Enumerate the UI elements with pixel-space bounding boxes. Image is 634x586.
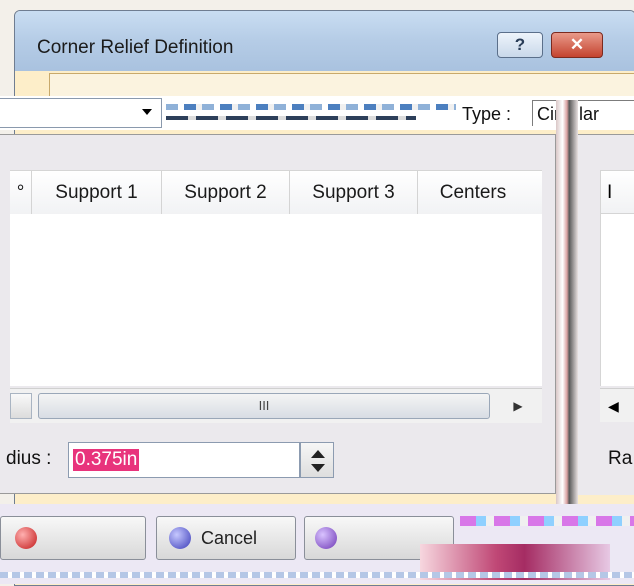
close-button[interactable]: ✕ xyxy=(551,32,603,58)
help-button[interactable]: ? xyxy=(497,32,543,58)
spin-down-icon[interactable] xyxy=(311,464,325,472)
render-artifact-strip xyxy=(0,572,634,578)
column-header-support-1[interactable]: Support 1 xyxy=(32,171,162,215)
scroll-right-icon[interactable]: ▶ xyxy=(498,393,538,419)
radius-value: 0.375in xyxy=(73,449,140,471)
ok-button[interactable] xyxy=(0,516,146,560)
render-artifact-strip xyxy=(166,116,416,120)
supports-list[interactable] xyxy=(10,214,542,386)
ok-icon xyxy=(15,527,37,549)
column-header-centers[interactable]: Centers xyxy=(418,171,528,215)
cancel-button[interactable]: Cancel xyxy=(156,516,296,560)
render-artifact-strip xyxy=(460,516,634,526)
right-radius-label: Ra xyxy=(608,448,633,469)
radius-label: dius : xyxy=(6,448,52,469)
scroll-thumb[interactable]: III xyxy=(38,393,490,419)
preview-icon xyxy=(315,527,337,549)
radius-input[interactable]: 0.375in xyxy=(68,442,300,478)
radius-spinner[interactable] xyxy=(300,442,334,478)
splitter[interactable] xyxy=(556,100,578,504)
type-select[interactable]: Circular xyxy=(532,100,634,126)
column-header-support-2[interactable]: Support 2 xyxy=(162,171,290,215)
render-artifact-strip xyxy=(166,104,456,110)
spin-up-icon[interactable] xyxy=(311,450,325,458)
cancel-icon xyxy=(169,527,191,549)
footer-bar: Cancel xyxy=(0,504,634,584)
scroll-left-icon[interactable] xyxy=(10,393,32,419)
right-column-header[interactable]: I xyxy=(600,170,634,214)
close-icon: ✕ xyxy=(569,35,585,54)
horizontal-scrollbar[interactable]: III ▶ xyxy=(10,388,542,423)
right-list[interactable] xyxy=(600,214,634,386)
chevron-down-icon[interactable] xyxy=(142,109,152,115)
scroll-left-icon[interactable]: ◀ xyxy=(600,388,634,422)
table-header: ° Support 1 Support 2 Support 3 Centers xyxy=(10,170,542,216)
cancel-label: Cancel xyxy=(201,528,258,548)
type-label: Type : xyxy=(462,104,512,124)
title-bar: Corner Relief Definition ? ✕ xyxy=(15,11,634,71)
column-header-angle[interactable]: ° xyxy=(10,171,32,215)
dialog-title: Corner Relief Definition xyxy=(37,37,234,58)
feature-combo[interactable] xyxy=(0,98,162,128)
column-header-support-3[interactable]: Support 3 xyxy=(290,171,418,215)
help-icon: ? xyxy=(514,35,526,54)
